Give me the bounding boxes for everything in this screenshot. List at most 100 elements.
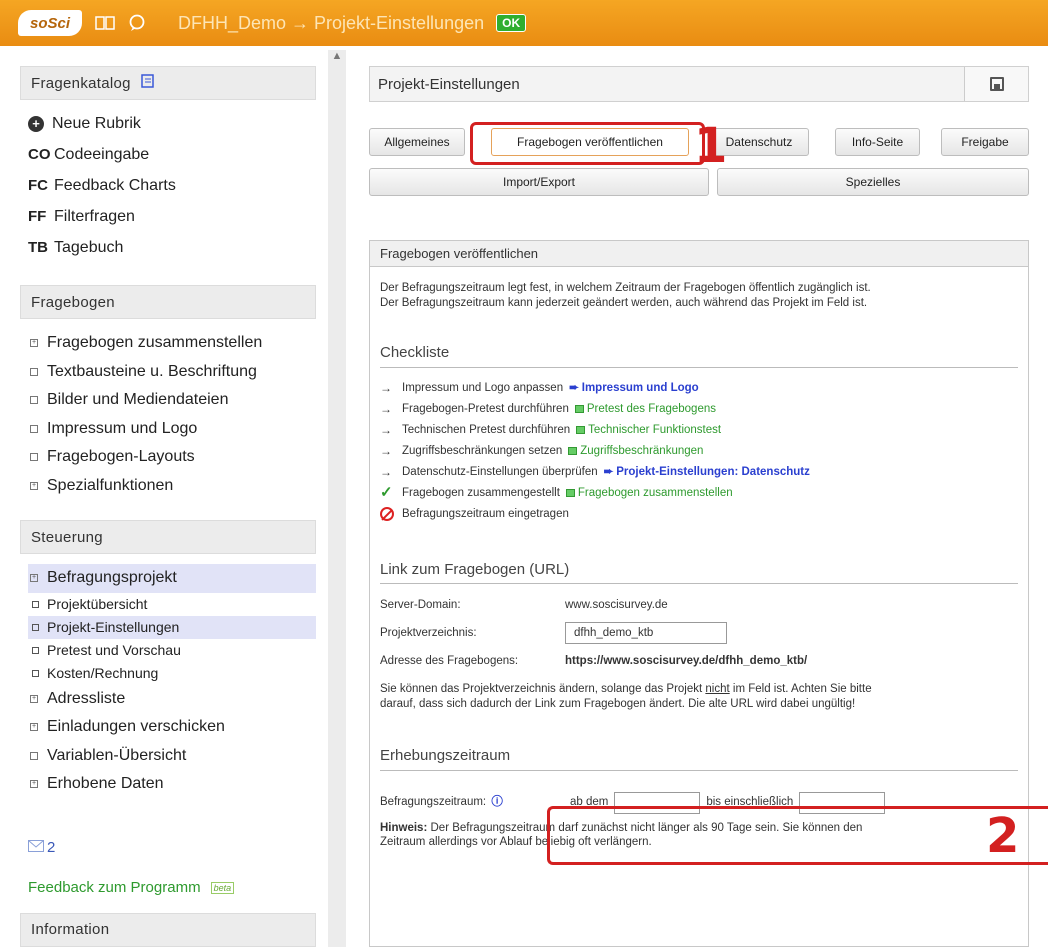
project-directory-input[interactable]: dfhh_demo_ktb [565,622,727,644]
feedback-label: Feedback zum Programm [28,879,201,896]
sidebar-scrollbar[interactable]: ▲ [328,50,346,947]
bullet-box-icon [32,623,39,631]
item-code: FC [28,177,48,194]
sidebar-item-label: Feedback Charts [54,176,176,194]
sidebar-item-einladungen[interactable]: + Einladungen verschicken [28,713,316,742]
checklist-item: → Datenschutz-Einstellungen überprüfen ➨… [380,462,1018,483]
checklist-item: → Technischen Pretest durchführen Techni… [380,420,1018,441]
checklist-item: → Zugriffsbeschränkungen setzen Zugriffs… [380,441,1018,462]
sidebar-item-label: Projekt-Einstellungen [47,619,180,635]
catalog-icon[interactable] [141,74,155,92]
checklist: → Impressum und Logo anpassen ➨ Impressu… [380,378,1018,525]
tab-allgemeines[interactable]: Allgemeines [369,128,465,156]
sidebar-item-variablen[interactable]: Variablen-Übersicht [28,742,316,771]
period-section-title: Erhebungszeitraum [380,748,1018,771]
page-header: Projekt-Einstellungen [369,66,1029,102]
zusammenstellen-link[interactable]: Fragebogen zusammenstellen [578,486,733,501]
pretest-link[interactable]: Pretest des Fragebogens [587,402,716,417]
tab-freigabe[interactable]: Freigabe [941,128,1029,156]
expand-box-icon: + [30,574,38,583]
sidebar-item-label: Filterfragen [54,207,135,225]
checklist-item: → Fragebogen-Pretest durchführen Pretest… [380,399,1018,420]
save-button[interactable] [964,67,1028,101]
arrow-icon: → [380,422,392,437]
expand-box-icon [30,424,38,433]
dir-row: Projektverzeichnis: dfhh_demo_ktb [380,618,1018,648]
expand-box-icon: + [30,339,38,348]
tab-info-seite[interactable]: Info-Seite [835,128,920,156]
sidebar-item-label: Spezialfunktionen [47,476,174,494]
server-row: Server-Domain: www.soscisurvey.de [380,592,1018,618]
item-code: TB [28,239,48,256]
expand-box-icon: + [30,723,38,732]
sidebar-item-adressliste[interactable]: + Adressliste [28,685,316,714]
sidebar-item-bilder[interactable]: Bilder und Mediendateien [28,386,316,415]
section-title: Fragenkatalog [31,74,131,92]
note-emphasis: nicht [705,683,730,695]
top-bar: soSci DFHH_Demo → Projekt-Einstellungen … [0,0,1048,46]
chat-bubble-icon[interactable] [126,14,148,32]
module-icon [574,405,584,413]
fragebogen-list: + Fragebogen zusammenstellen Textbaustein… [20,319,316,512]
sidebar-subitem-kosten[interactable]: Kosten/Rechnung [28,662,316,685]
arrow-icon: → [380,401,392,416]
note-text: im Feld ist. Achten Sie bitte [729,683,872,695]
period-label: Befragungszeitraum: [380,796,487,809]
sidebar-item-impressum[interactable]: Impressum und Logo [28,415,316,444]
address-value[interactable]: https://www.soscisurvey.de/dfhh_demo_ktb… [565,654,807,669]
sidebar-item-fragebogen-zusammenstellen[interactable]: + Fragebogen zusammenstellen [28,329,316,358]
sidebar: Fragenkatalog + Neue Rubrik CO Codeeinga… [20,66,316,947]
item-code: CO [28,146,51,163]
sidebar-subitem-pretest[interactable]: Pretest und Vorschau [28,639,316,662]
tab-import-export[interactable]: Import/Export [369,168,709,196]
intro-text-1: Der Befragungszeitraum legt fest, in wel… [380,282,871,294]
checklist-text: Zugriffsbeschränkungen setzen [402,444,563,457]
url-section: Server-Domain: www.soscisurvey.de Projek… [380,592,1018,711]
soscisurvey-logo[interactable]: soSci [18,10,82,36]
sidebar-item-erhobene-daten[interactable]: + Erhobene Daten [28,770,316,799]
impressum-link[interactable]: Impressum und Logo [582,381,699,396]
funktionstest-link[interactable]: Technischer Funktionstest [588,423,721,438]
sidebar-item-textbausteine[interactable]: Textbausteine u. Beschriftung [28,358,316,387]
sidebar-item-label: Codeeingabe [54,145,150,163]
sidebar-item-neue-rubrik[interactable]: + Neue Rubrik [28,108,316,139]
messages-link[interactable]: 2 [28,833,316,863]
section-title: Fragebogen [31,293,115,311]
sidebar-item-filterfragen[interactable]: FF Filterfragen [28,201,316,232]
checklist-item: ✓ Fragebogen zusammengestellt Fragebogen… [380,483,1018,504]
module-icon [565,489,575,497]
info-icon[interactable]: ⓘ [491,796,503,808]
annotation-number: 2 [986,808,1020,864]
sidebar-subitem-projektuebersicht[interactable]: Projektübersicht [28,593,316,616]
sidebar-item-codeeingabe[interactable]: CO Codeeingabe [28,139,316,170]
sidebar-item-feedback-charts[interactable]: FC Feedback Charts [28,170,316,201]
url-section-title: Link zum Fragebogen (URL) [380,562,1018,584]
sidebar-item-label: Pretest und Vorschau [47,642,181,658]
breadcrumb-title: DFHH_Demo → Projekt-Einstellungen [178,12,485,33]
scroll-up-arrow-icon[interactable]: ▲ [328,50,346,68]
address-row: Adresse des Fragebogens: https://www.sos… [380,648,1018,674]
floppy-disk-icon [989,77,1004,91]
section-header-fragenkatalog: Fragenkatalog [20,66,316,100]
checkmark-icon: ✓ [380,483,393,501]
sidebar-item-layouts[interactable]: Fragebogen-Layouts [28,443,316,472]
status-badge: OK [496,14,527,32]
sidebar-subitem-projekt-einstellungen[interactable]: Projekt-Einstellungen [28,615,316,639]
tab-spezielles[interactable]: Spezielles [717,168,1029,196]
panel-body: Der Befragungszeitraum legt fest, in wel… [370,267,1028,850]
sidebar-item-spezialfunktionen[interactable]: + Spezialfunktionen [28,472,316,501]
zugriff-link[interactable]: Zugriffsbeschränkungen [580,444,703,459]
expand-box-icon [30,751,38,760]
hint-label: Hinweis: [380,821,428,834]
feedback-link[interactable]: Feedback zum Programm beta [28,873,316,903]
section-header-information: Information [20,912,316,947]
sidebar-item-tagebuch[interactable]: TB Tagebuch [28,232,316,263]
datenschutz-link[interactable]: Projekt-Einstellungen: Datenschutz [616,465,810,480]
sidebar-item-befragungsprojekt[interactable]: + Befragungsprojekt [28,564,316,593]
bullet-box-icon [32,600,39,608]
expand-box-icon [30,396,38,405]
dir-label: Projektverzeichnis: [380,626,477,639]
book-icon[interactable] [94,14,116,32]
annotation-highlight-box [547,806,1048,865]
plus-circle-icon: + [28,115,44,132]
